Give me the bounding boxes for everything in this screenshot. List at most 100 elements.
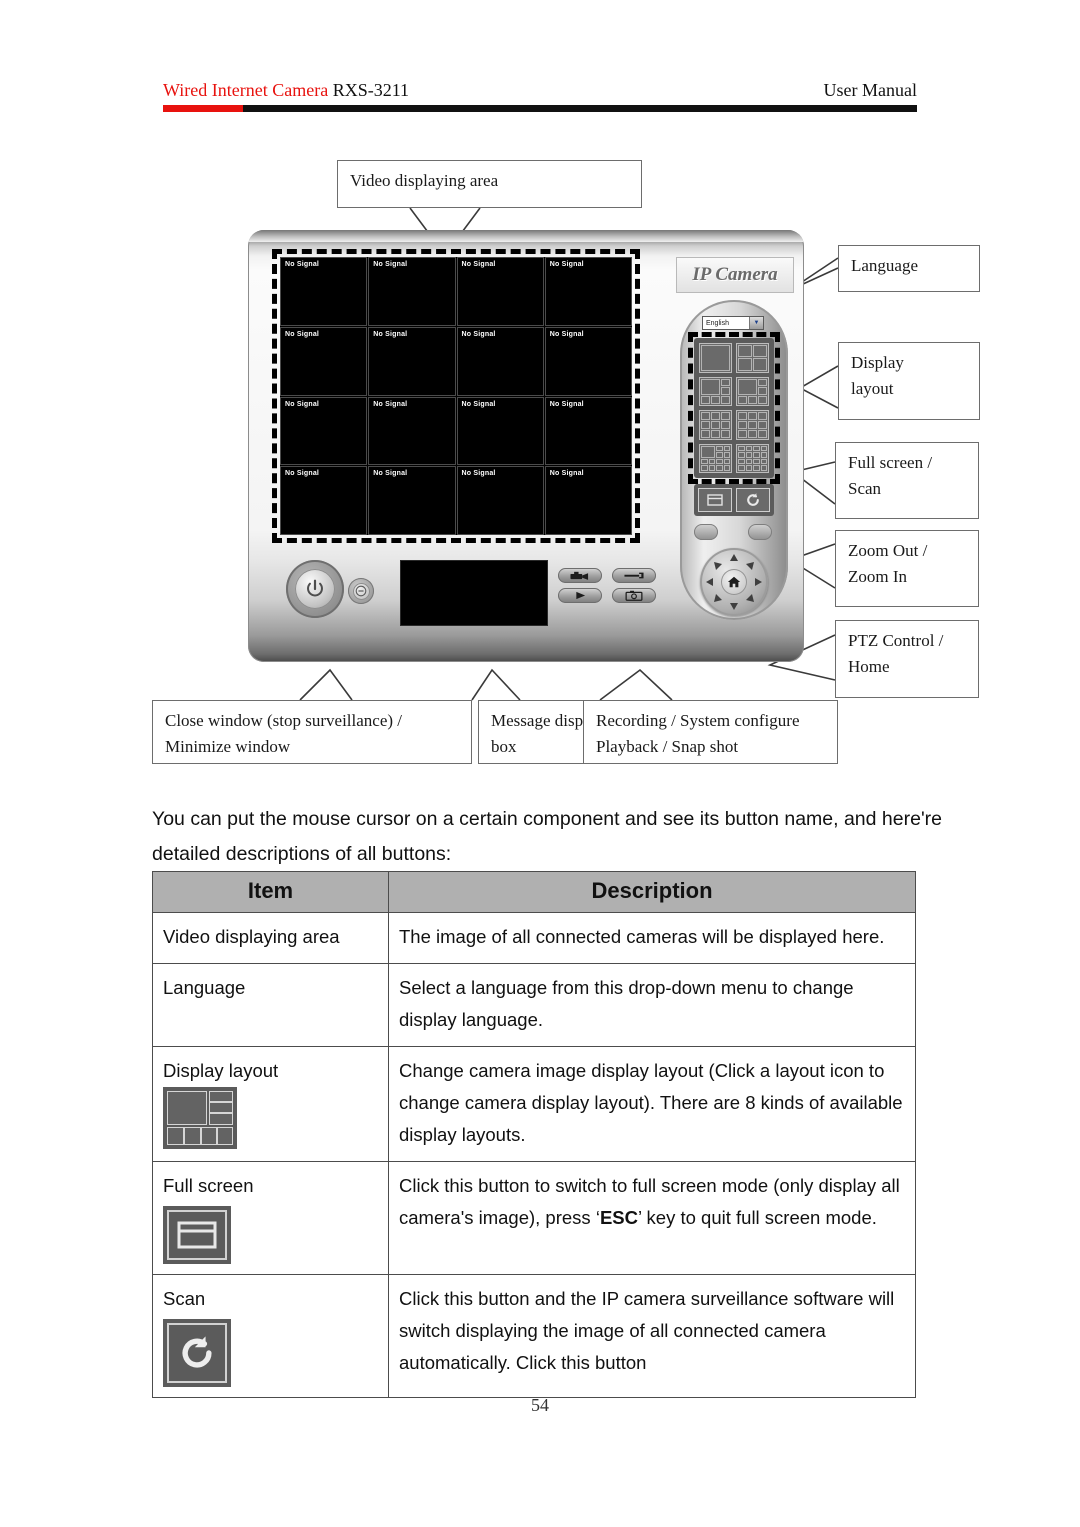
playback-button[interactable] [558,588,602,603]
header-rule-red-segment [163,105,243,112]
video-cell[interactable]: No Signal [280,396,368,466]
display-layout-panel[interactable] [694,338,774,478]
callout-record-line2: Playback / Snap shot [596,737,739,757]
minimize-icon [355,585,367,597]
callout-fullscreen-scan-line1: Full screen / [848,453,933,472]
video-cell[interactable]: No Signal [456,326,544,396]
video-cell[interactable]: No Signal [456,466,544,535]
table-row: Scan Click this button and the IP camera… [152,1274,916,1398]
full-screen-icon [707,494,723,506]
table-cell-description: Change camera image display layout (Clic… [388,1046,916,1162]
video-cell[interactable]: No Signal [544,326,632,396]
table-cell-item: Video displaying area [152,912,389,964]
no-signal-label: No Signal [285,400,320,408]
layout-icon-10[interactable] [736,410,769,440]
desc-post: ’ key to quit full screen mode. [637,1207,877,1228]
callout-ptz-home: PTZ Control / Home [835,620,979,698]
no-signal-label: No Signal [461,400,496,408]
layout-icon-1[interactable] [699,343,732,373]
full-screen-icon-wrapper [163,1206,231,1264]
table-cell-description: Click this button to switch to full scre… [388,1161,916,1275]
header-user-manual-label: User Manual [823,80,917,100]
full-screen-button[interactable] [698,488,732,512]
video-cell[interactable]: No Signal [368,257,456,326]
table-cell-item: Display layout [152,1046,389,1162]
no-signal-label: No Signal [461,470,496,478]
no-signal-label: No Signal [461,330,496,338]
no-signal-label: No Signal [285,330,320,338]
power-icon [307,579,323,597]
table-row: Video displaying area The image of all c… [152,912,916,964]
snap-shot-button[interactable] [612,588,656,603]
video-cell[interactable]: No Signal [368,466,456,535]
control-pod: English ▼ [680,300,788,620]
body-paragraph: You can put the mouse cursor on a certai… [152,807,943,865]
layout-icon-6b[interactable] [736,376,769,406]
no-signal-label: No Signal [549,470,584,478]
callout-zoom-line1: Zoom Out / [848,541,928,560]
close-window-power-button[interactable] [286,560,344,618]
header-title: Wired Internet Camera RXS-3211 [163,80,409,101]
zoom-out-button[interactable] [694,524,718,540]
video-cell[interactable]: No Signal [280,466,368,535]
no-signal-label: No Signal [549,330,584,338]
layout-icon-16[interactable] [736,443,769,473]
no-signal-label: No Signal [461,261,496,268]
language-dropdown[interactable]: English ▼ [702,316,764,330]
no-signal-label: No Signal [373,261,408,268]
layout-icon-9[interactable] [699,410,732,440]
table-cell-item: Full screen [152,1161,389,1275]
fullscreen-scan-row [694,484,774,516]
minimize-window-button[interactable] [348,578,374,604]
header-rule [163,105,917,112]
video-displaying-area[interactable]: No Signal No Signal No Signal No Signal … [280,257,632,535]
scan-refresh-icon [182,1336,212,1368]
video-cell[interactable]: No Signal [280,326,368,396]
video-cell[interactable]: No Signal [368,326,456,396]
video-cell[interactable]: No Signal [456,257,544,326]
recording-button[interactable] [558,568,602,583]
video-cell[interactable]: No Signal [368,396,456,466]
video-cell[interactable]: No Signal [456,396,544,466]
table-cell-item-label: Display layout [163,1060,279,1081]
zoom-in-button[interactable] [748,524,772,540]
header-title-brand: Wired Internet Camera [163,80,329,100]
snapshot-camera-icon [625,590,643,601]
ptz-home-button[interactable] [721,569,747,595]
table-cell-item-label: Scan [163,1288,206,1309]
no-signal-label: No Signal [373,330,408,338]
video-cell[interactable]: No Signal [544,396,632,466]
callout-language-label: Language [851,256,919,275]
callout-zoom: Zoom Out / Zoom In [835,530,979,607]
ip-camera-software-window: No Signal No Signal No Signal No Signal … [248,230,804,662]
table-cell-description: The image of all connected cameras will … [388,912,916,964]
ptz-control-pad[interactable] [700,548,768,616]
header-title-model: RXS-3211 [328,80,410,100]
layout-icon-6a[interactable] [699,376,732,406]
system-configure-button[interactable] [612,568,656,583]
callout-language: Language [838,245,980,292]
table-cell-item: Language [152,963,389,1047]
message-display-box [400,560,548,626]
chevron-down-icon: ▼ [749,317,763,329]
no-signal-label: No Signal [285,470,320,478]
recording-camera-icon [570,571,589,580]
table-cell-item: Scan [152,1274,389,1398]
table-row: Display layout Change camera image displ… [152,1046,916,1162]
wrench-icon [624,572,644,579]
window-outline-icon [177,1221,217,1249]
ip-camera-logo-text: IP Camera [692,264,778,285]
power-button-inner [295,569,335,609]
table-header-row: Item Description [152,871,916,913]
home-icon [727,576,741,588]
callout-display-layout-line1: Display [851,353,904,372]
video-cell[interactable]: No Signal [544,257,632,326]
layout-icon-4[interactable] [736,343,769,373]
layout-icon-13[interactable] [699,443,732,473]
video-cell[interactable]: No Signal [544,466,632,535]
scan-button[interactable] [736,488,770,512]
callout-zoom-line2: Zoom In [848,567,908,587]
video-cell[interactable]: No Signal [280,257,368,326]
display-layout-icon [163,1087,237,1149]
callout-close-line2: Minimize window [165,737,291,757]
